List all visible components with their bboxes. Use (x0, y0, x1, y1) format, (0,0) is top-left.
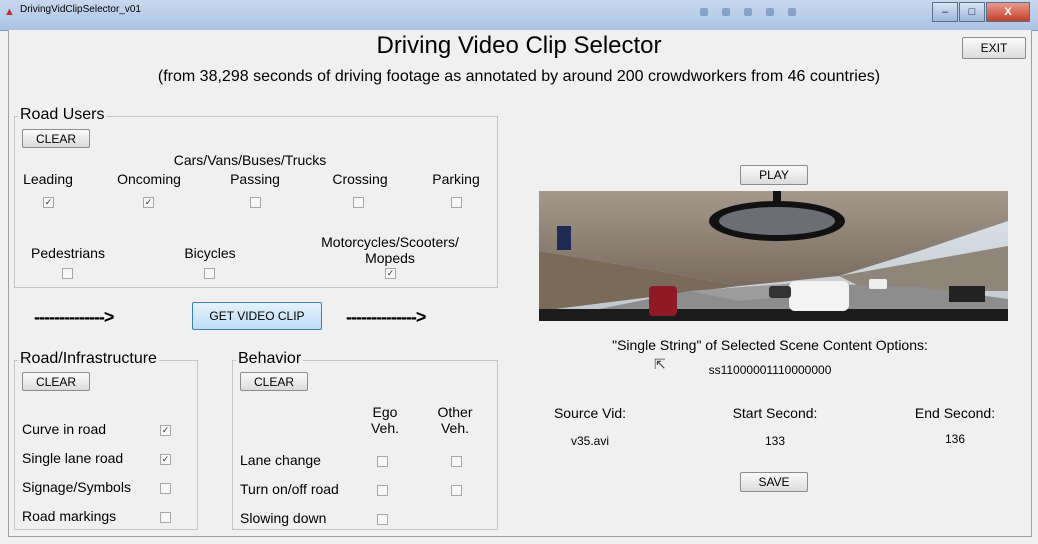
road-user-label: Motorcycles/Scooters/ Mopeds (321, 234, 459, 266)
app-icon: ▲ (4, 6, 15, 18)
page-subtitle: (from 38,298 seconds of driving footage … (157, 68, 881, 85)
exit-button[interactable]: EXIT (962, 37, 1026, 59)
source-vid-value: v35.avi (570, 434, 610, 448)
video-frame (539, 191, 1008, 321)
checkbox-single-lane-road[interactable]: ✓ (160, 454, 171, 465)
checkbox-signage-symbols[interactable] (160, 483, 171, 494)
tray-icon (766, 8, 774, 16)
arrow-right: --------------> (346, 307, 426, 327)
road-user-label: Crossing (332, 171, 388, 187)
vehicle-group-label: Cars/Vans/Buses/Trucks (173, 152, 327, 168)
start-second-label: Start Second: (732, 405, 818, 421)
checkbox-lane-change-ego[interactable] (377, 456, 388, 467)
infra-label: Road markings (22, 508, 117, 524)
save-button[interactable]: SAVE (740, 472, 808, 492)
road-user-label: Leading (23, 171, 73, 187)
road-user-label: Oncoming (117, 171, 181, 187)
checkbox-motorcycles[interactable]: ✓ (385, 268, 396, 279)
close-button[interactable]: X (986, 2, 1030, 22)
infra-label: Signage/Symbols (22, 479, 131, 495)
checkbox-road-markings[interactable] (160, 512, 171, 523)
checkbox-turn-road-ego[interactable] (377, 485, 388, 496)
checkbox-slowing-down-ego[interactable] (377, 514, 388, 525)
behavior-title: Behavior (236, 350, 304, 368)
page-title: Driving Video Clip Selector (376, 32, 662, 59)
checkbox-curve-in-road[interactable]: ✓ (160, 425, 171, 436)
tray-icon (788, 8, 796, 16)
road-user-label: Passing (230, 171, 280, 187)
behavior-label: Slowing down (240, 510, 327, 526)
minimize-button[interactable]: – (932, 2, 958, 22)
checkbox-lane-change-other[interactable] (451, 456, 462, 467)
behavior-label: Lane change (240, 452, 321, 468)
single-string-value: ss11000001110000000 (708, 363, 832, 377)
road-user-label: Bicycles (184, 245, 236, 261)
window-title-bar[interactable] (0, 0, 1038, 31)
checkbox-parking[interactable] (451, 197, 462, 208)
start-second-value: 133 (764, 434, 786, 448)
road-users-clear-button[interactable]: CLEAR (22, 129, 90, 148)
maximize-button[interactable]: □ (959, 2, 985, 22)
checkbox-bicycles[interactable] (204, 268, 215, 279)
checkbox-pedestrians[interactable] (62, 268, 73, 279)
window-controls: – □ X (931, 2, 1030, 24)
checkbox-passing[interactable] (250, 197, 261, 208)
road-infrastructure-clear-button[interactable]: CLEAR (22, 372, 90, 391)
checkbox-leading[interactable]: ✓ (43, 197, 54, 208)
play-button[interactable]: PLAY (740, 165, 808, 185)
checkbox-crossing[interactable] (353, 197, 364, 208)
road-infrastructure-title: Road/Infrastructure (18, 350, 159, 368)
get-video-clip-button[interactable]: GET VIDEO CLIP (192, 302, 322, 330)
road-user-label: Pedestrians (31, 245, 105, 261)
column-ego-vehicle: Ego Veh. (370, 404, 400, 436)
checkbox-oncoming[interactable]: ✓ (143, 197, 154, 208)
road-user-label: Parking (432, 171, 480, 187)
tray-icon (744, 8, 752, 16)
infra-label: Curve in road (22, 421, 107, 437)
tray-icon (722, 8, 730, 16)
road-users-title: Road Users (18, 106, 107, 124)
single-string-label: "Single String" of Selected Scene Conten… (612, 337, 928, 353)
tray-icon (700, 8, 708, 16)
end-second-value: 136 (944, 432, 966, 446)
mouse-cursor-icon: ⇱ (654, 356, 666, 372)
source-vid-label: Source Vid: (553, 405, 627, 421)
behavior-clear-button[interactable]: CLEAR (240, 372, 308, 391)
column-other-vehicle: Other Veh. (437, 404, 473, 436)
behavior-label: Turn on/off road (240, 481, 339, 497)
checkbox-turn-road-other[interactable] (451, 485, 462, 496)
end-second-label: End Second: (914, 405, 996, 421)
arrow-left: --------------> (34, 307, 114, 327)
infra-label: Single lane road (22, 450, 124, 466)
window-title: DrivingVidClipSelector_v01 (20, 4, 141, 15)
